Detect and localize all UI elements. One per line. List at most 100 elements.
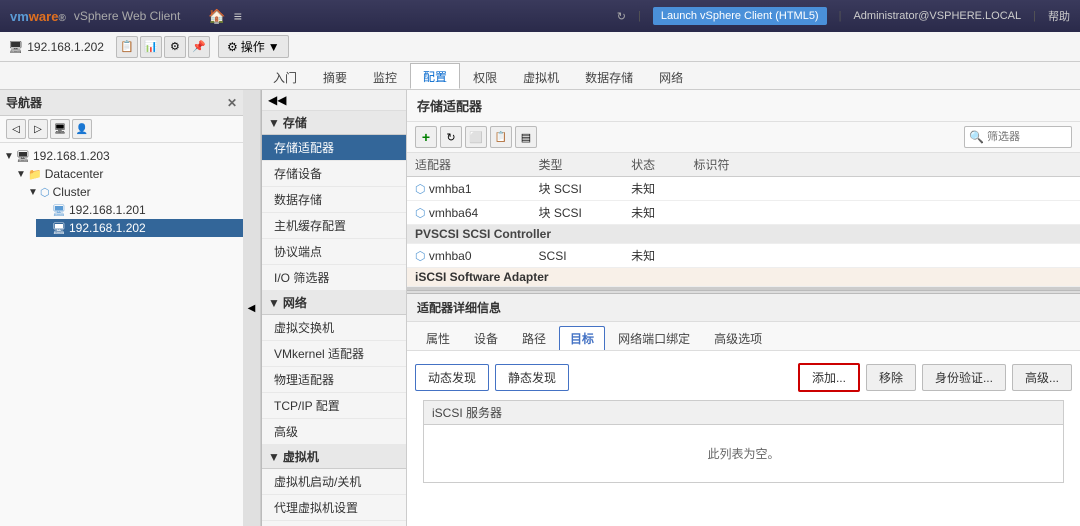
nav-item-host-cache[interactable]: 主机缓存配置: [262, 213, 406, 239]
iscsi-servers-section: iSCSI 服务器 此列表为空。: [423, 400, 1064, 483]
add-btn[interactable]: 添加...: [798, 363, 860, 392]
tab-detail-path[interactable]: 路径: [511, 326, 557, 350]
search-icon: 🔍: [969, 130, 984, 144]
tab-sjcc[interactable]: 数据存储: [572, 64, 646, 89]
tab-quanxian[interactable]: 权限: [460, 64, 510, 89]
tree-item-host203[interactable]: ▼ 🖥 192.168.1.203: [0, 147, 243, 165]
export-btn[interactable]: 📋: [490, 126, 512, 148]
tab-peizhi[interactable]: 配置: [410, 63, 460, 89]
adapter-details: 适配器详细信息 属性 设备 路径 目标 网络端口绑定 高级选项 动态发现 静态发…: [407, 294, 1080, 495]
tree-item-host202[interactable]: 🖥 192.168.1.202: [36, 219, 243, 237]
sidebar-title: 导航器: [6, 94, 42, 111]
tree-icon-dc: 📁: [28, 168, 42, 181]
table-row[interactable]: ⬡ vmhba1 块 SCSI 未知: [407, 177, 1080, 201]
tab-detail-target[interactable]: 目标: [559, 326, 605, 350]
sidebar-collapse-btn[interactable]: ✕: [227, 96, 237, 110]
nav-item-physical[interactable]: 物理适配器: [262, 367, 406, 393]
config-section-vm[interactable]: ▼ 虚拟机: [262, 445, 406, 469]
admin-user[interactable]: Administrator@VSPHERE.LOCAL: [853, 10, 1021, 22]
advanced-btn[interactable]: 高级...: [1012, 364, 1072, 391]
tab-zhaiyao[interactable]: 摘要: [310, 64, 360, 89]
nav-item-io-filter[interactable]: I/O 筛选器: [262, 265, 406, 291]
tab-detail-network[interactable]: 网络端口绑定: [607, 326, 701, 350]
sidebar-btn-3[interactable]: 🖥: [50, 119, 70, 139]
tree-item-host201[interactable]: 🖥 192.168.1.201: [36, 201, 243, 219]
vm-toggle-icon: ▼: [268, 450, 280, 464]
sidebar-btn-1[interactable]: ◁: [6, 119, 26, 139]
menu-icon[interactable]: ≡: [234, 8, 242, 24]
auth-btn[interactable]: 身份验证...: [922, 364, 1006, 391]
iscsi-servers-header: iSCSI 服务器: [424, 401, 1063, 425]
toolbar-btn-2[interactable]: 📊: [140, 36, 162, 58]
separator3: |: [1033, 10, 1036, 22]
top-bar-left: vmware® vSphere Web Client 🏠 ≡: [10, 8, 242, 25]
filter-box[interactable]: 🔍: [964, 126, 1072, 148]
discovery-buttons: 动态发现 静态发现: [415, 364, 569, 391]
product-name: vSphere Web Client: [74, 9, 181, 23]
tab-detail-attr[interactable]: 属性: [415, 326, 461, 350]
nav-item-storage-adapters[interactable]: 存储适配器: [262, 135, 406, 161]
nav-item-vmkernel[interactable]: VMkernel 适配器: [262, 341, 406, 367]
launch-vsphere-button[interactable]: Launch vSphere Client (HTML5): [653, 7, 827, 25]
tree-icon-202: 🖥: [52, 222, 66, 235]
nav-item-protocol[interactable]: 协议端点: [262, 239, 406, 265]
adapter-id-1: [686, 177, 1080, 201]
nav-item-datastores[interactable]: 数据存储: [262, 187, 406, 213]
config-section-storage[interactable]: ▼ 存储: [262, 111, 406, 135]
nav-item-tcpip[interactable]: TCP/IP 配置: [262, 393, 406, 419]
toolbar-btn-3[interactable]: ⚙: [164, 36, 186, 58]
sidebar-header: 导航器 ✕: [0, 90, 243, 116]
toolbar-btn-1[interactable]: 📋: [116, 36, 138, 58]
filter-input[interactable]: [987, 131, 1067, 143]
adapter-type-1: 块 SCSI: [531, 177, 624, 201]
actions-button[interactable]: ⚙ 操作 ▼: [218, 35, 289, 58]
collapse-arrow-icon: ◀: [248, 303, 256, 314]
refresh-icon[interactable]: ↻: [617, 10, 626, 23]
table-row[interactable]: ⬡ vmhba64 块 SCSI 未知: [407, 201, 1080, 225]
sidebar-btn-4[interactable]: 👤: [72, 119, 92, 139]
nav-item-swap[interactable]: 交换文件位置: [262, 521, 406, 526]
config-section-network[interactable]: ▼ 网络: [262, 291, 406, 315]
static-discovery-btn[interactable]: 静态发现: [495, 364, 569, 391]
breadcrumb-icon: 🖥: [8, 40, 23, 54]
tab-detail-device[interactable]: 设备: [463, 326, 509, 350]
empty-table-msg: 此列表为空。: [424, 425, 1063, 482]
tree-item-datacenter[interactable]: ▼ 📁 Datacenter: [12, 165, 243, 183]
sidebar-container: 导航器 ✕ ◁ ▷ 🖥 👤 ▼ 🖥 192.168.1.203 ▼: [0, 90, 262, 526]
refresh-adapters-btn[interactable]: ↻: [440, 126, 462, 148]
help-label[interactable]: 帮助: [1048, 8, 1070, 24]
sidebar-resize-handle[interactable]: ◀: [243, 90, 261, 526]
tree-toggle-203: ▼: [4, 151, 14, 162]
sidebar-btn-2[interactable]: ▷: [28, 119, 48, 139]
adapter-status-3: 未知: [623, 244, 685, 268]
separator1: |: [638, 10, 641, 22]
left-nav-collapse-btn[interactable]: ◀◀: [262, 90, 406, 111]
tree-item-cluster[interactable]: ▼ ⬡ Cluster: [24, 183, 243, 201]
nav-item-virtual-switch[interactable]: 虚拟交换机: [262, 315, 406, 341]
remove-btn[interactable]: 移除: [866, 364, 916, 391]
tab-detail-advanced[interactable]: 高级选项: [703, 326, 773, 350]
nav-item-agent-vm[interactable]: 代理虚拟机设置: [262, 495, 406, 521]
dynamic-discovery-btn[interactable]: 动态发现: [415, 364, 489, 391]
tab-rumen[interactable]: 入门: [260, 64, 310, 89]
adapter-status-1: 未知: [623, 177, 685, 201]
table-row[interactable]: ⬡ vmhba0 SCSI 未知: [407, 244, 1080, 268]
tree-icon-203: 🖥: [16, 150, 30, 163]
nav-item-vm-autostart[interactable]: 虚拟机启动/关机: [262, 469, 406, 495]
toolbar-btn-4[interactable]: 📌: [188, 36, 210, 58]
vm-section-label: 虚拟机: [283, 448, 319, 465]
pvscsi-section-label: PVSCSI SCSI Controller: [407, 225, 1080, 244]
nav-item-advanced-net[interactable]: 高级: [262, 419, 406, 445]
tab-jiankong[interactable]: 监控: [360, 64, 410, 89]
home-icon[interactable]: 🏠: [208, 8, 225, 25]
tab-xuniji[interactable]: 虚拟机: [510, 64, 572, 89]
second-bar: 🖥 192.168.1.202 📋 📊 ⚙ 📌 ⚙ 操作 ▼: [0, 32, 1080, 62]
top-bar-right: ↻ | Launch vSphere Client (HTML5) | Admi…: [617, 7, 1070, 25]
tab-wangluo[interactable]: 网络: [646, 64, 696, 89]
storage-toggle-icon: ▼: [268, 116, 280, 130]
tree-toggle-cluster: ▼: [28, 187, 38, 198]
more-btn[interactable]: ⬜: [465, 126, 487, 148]
nav-item-storage-devices[interactable]: 存储设备: [262, 161, 406, 187]
add-adapter-btn[interactable]: +: [415, 126, 437, 148]
settings-btn[interactable]: ▤: [515, 126, 537, 148]
